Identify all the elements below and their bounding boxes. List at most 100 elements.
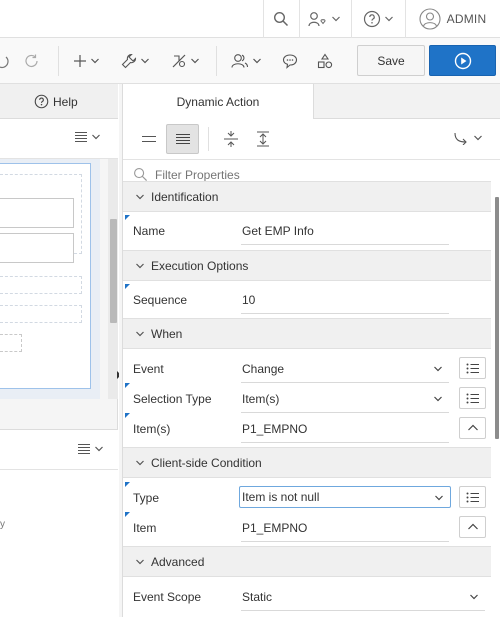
- section-advanced[interactable]: Advanced: [123, 546, 491, 577]
- condition-item-picker-button[interactable]: [459, 516, 486, 538]
- section-title: When: [151, 326, 183, 341]
- save-and-run-button[interactable]: [429, 45, 496, 76]
- section-execution-options[interactable]: Execution Options: [123, 250, 491, 281]
- button-placeholder[interactable]: [0, 334, 22, 352]
- layout-canvas: [0, 159, 100, 399]
- show-common-button[interactable]: [132, 124, 165, 154]
- name-field[interactable]: Get EMP Info: [241, 217, 449, 245]
- condition-type-select[interactable]: Item is not null: [239, 486, 451, 508]
- collapse-all-button[interactable]: [214, 124, 247, 154]
- selection-type-label: Selection Type: [133, 392, 212, 406]
- condition-item-field[interactable]: P1_EMPNO: [241, 514, 449, 542]
- gallery-toolbar: [0, 430, 118, 470]
- section-when[interactable]: When: [123, 318, 491, 349]
- items-field[interactable]: P1_EMPNO: [241, 415, 449, 443]
- required-flag: [125, 512, 130, 517]
- section-client-side-condition[interactable]: Client-side Condition: [123, 447, 491, 478]
- sequence-field[interactable]: 10: [241, 286, 449, 314]
- event-select[interactable]: Change: [241, 355, 449, 383]
- selection-type-list-button[interactable]: [459, 387, 486, 409]
- save-button[interactable]: Save: [357, 45, 425, 76]
- team-menu-button[interactable]: [226, 46, 266, 76]
- chevron-down-icon: [92, 134, 100, 140]
- chevron-down-icon: [435, 495, 443, 501]
- expand-all-button[interactable]: [246, 124, 279, 154]
- chevron-up-icon: [467, 424, 478, 431]
- left-tab-bar: Help: [0, 84, 118, 119]
- event-scope-select[interactable]: Static: [241, 583, 485, 611]
- help-circle-icon: [363, 10, 380, 28]
- gallery-pane: y: [0, 429, 118, 617]
- property-editor: Dynamic Action Identification Name Get E…: [123, 84, 500, 617]
- region-frame[interactable]: [0, 163, 91, 389]
- layout-scrollbar-thumb[interactable]: [110, 219, 117, 323]
- chevron-down-icon: [136, 331, 144, 336]
- condition-item-label: Item: [133, 521, 157, 535]
- undo-button[interactable]: [0, 46, 10, 76]
- shared-objects-button[interactable]: [311, 46, 339, 76]
- item-placeholder[interactable]: [0, 233, 74, 263]
- undo-icon: [0, 56, 9, 69]
- selection-type-select[interactable]: Item(s): [241, 385, 449, 413]
- chevron-down-icon: [136, 460, 144, 465]
- event-label: Event: [133, 362, 164, 376]
- redo-button[interactable]: [20, 46, 44, 76]
- search-button[interactable]: [263, 0, 299, 38]
- chevron-down-icon: [90, 58, 99, 64]
- filter-properties-input[interactable]: [155, 168, 415, 182]
- section-identification[interactable]: Identification: [123, 181, 491, 212]
- chevron-down-icon: [470, 594, 478, 600]
- condition-type-value: Item is not null: [242, 490, 320, 504]
- condition-type-list-button[interactable]: [459, 486, 486, 508]
- chevron-up-icon: [467, 523, 478, 530]
- required-flag: [125, 215, 130, 220]
- toolbar-divider: [58, 46, 59, 76]
- menu-lines-icon: [78, 444, 90, 454]
- list-compact-icon: [141, 136, 156, 142]
- chevron-down-icon: [95, 446, 103, 452]
- section-title: Identification: [151, 189, 219, 204]
- search-icon: [273, 11, 289, 27]
- create-menu-button[interactable]: [68, 46, 104, 76]
- item-placeholder[interactable]: [0, 198, 74, 228]
- event-list-button[interactable]: [459, 357, 486, 379]
- top-header: ADMIN: [0, 0, 500, 38]
- tab-help[interactable]: Help: [34, 84, 78, 119]
- shapes-group-icon: [317, 53, 333, 69]
- team-dev-menu-button[interactable]: [299, 0, 349, 38]
- items-picker-button[interactable]: [459, 417, 486, 439]
- layout-toolbar: [0, 119, 118, 159]
- user-menu-button[interactable]: ADMIN: [405, 0, 500, 38]
- list-icon: [466, 393, 479, 403]
- comments-button[interactable]: [276, 46, 304, 76]
- required-flag: [125, 413, 130, 418]
- condition-type-label: Type: [133, 491, 160, 505]
- layout-pane: Help y: [0, 84, 118, 617]
- gallery-text-fragment: y: [0, 519, 5, 530]
- show-all-button[interactable]: [166, 124, 199, 154]
- required-flag: [125, 383, 130, 388]
- items-label: Item(s): [133, 422, 171, 436]
- list-icon: [466, 363, 479, 373]
- expand-all-icon: [256, 131, 269, 147]
- right-tab-bar: Dynamic Action: [123, 84, 500, 120]
- help-menu-button[interactable]: [351, 0, 405, 38]
- event-value: Change: [242, 362, 285, 376]
- menu-lines-icon: [75, 132, 87, 142]
- chevron-down-icon: [190, 58, 199, 64]
- shared-components-menu-button[interactable]: [165, 46, 205, 76]
- chevron-down-icon: [136, 263, 144, 268]
- shapes-icon: [172, 54, 185, 68]
- go-to-group-button[interactable]: [453, 131, 483, 145]
- gallery-menu-button[interactable]: [77, 443, 104, 455]
- pane-splitter[interactable]: [119, 84, 123, 617]
- layout-menu-button[interactable]: [74, 131, 101, 143]
- list-icon: [466, 492, 479, 502]
- property-scrollbar-thumb[interactable]: [495, 197, 499, 439]
- tab-dynamic-action[interactable]: Dynamic Action: [123, 84, 314, 120]
- chevron-down-icon: [136, 559, 144, 564]
- event-scope-label: Event Scope: [133, 590, 202, 604]
- utilities-menu-button[interactable]: [116, 46, 154, 76]
- help-circle-icon: [34, 94, 49, 109]
- search-icon: [134, 168, 148, 182]
